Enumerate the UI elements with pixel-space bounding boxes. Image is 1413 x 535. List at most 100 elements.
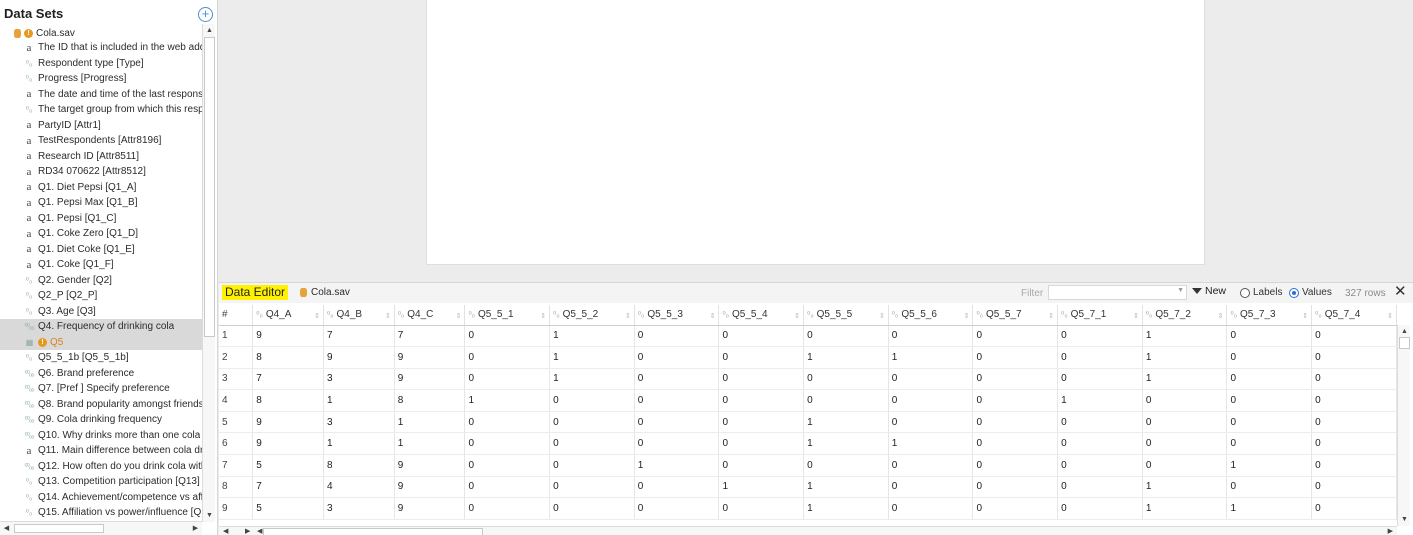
variable-item[interactable]: ⁰⁰₀₀ Q10. Why drinks more than one cola xyxy=(0,428,202,444)
table-cell[interactable]: 8 xyxy=(252,346,324,369)
table-cell[interactable]: 3 xyxy=(323,368,395,391)
table-cell[interactable]: 0 xyxy=(1057,346,1143,369)
variable-item[interactable]: a Q1. Coke [Q1_F] xyxy=(0,257,202,273)
variable-item[interactable]: a Q1. Coke Zero [Q1_D] xyxy=(0,226,202,242)
column-header[interactable]: ⁰₀ Q5_5_5 ⇕ xyxy=(803,305,889,326)
table-cell[interactable]: 0 xyxy=(1142,389,1228,412)
variable-item[interactable]: ⁰₀ Progress [Progress] xyxy=(0,71,202,87)
table-cell[interactable]: 1 xyxy=(1142,325,1228,348)
sort-icon[interactable]: ⇕ xyxy=(625,312,631,320)
table-cell[interactable]: 1 xyxy=(323,432,395,456)
table-cell[interactable]: 0 xyxy=(634,411,720,434)
table-cell[interactable]: 9 xyxy=(252,432,324,456)
table-cell[interactable]: 1 xyxy=(634,454,720,477)
variable-item[interactable]: a Q1. Diet Coke [Q1_E] xyxy=(0,242,202,258)
variable-item[interactable]: a Q1. Pepsi Max [Q1_B] xyxy=(0,195,202,211)
variable-item[interactable]: ⁰₀ Q2_P [Q2_P] xyxy=(0,288,202,304)
table-cell[interactable]: 0 xyxy=(464,346,551,369)
table-cell[interactable]: 0 xyxy=(1057,432,1143,456)
variable-item[interactable]: ⁰⁰₀₀ Q12. How often do you drink cola wit… xyxy=(0,459,202,475)
table-cell[interactable]: 0 xyxy=(718,411,805,434)
table-cell[interactable]: 1 xyxy=(888,346,974,369)
table-cell[interactable]: 9 xyxy=(394,368,466,391)
table-cell[interactable]: 1 xyxy=(888,432,974,456)
table-cell[interactable]: 0 xyxy=(464,454,551,477)
table-cell[interactable]: 1 xyxy=(549,368,635,391)
table-cell[interactable]: 0 xyxy=(1057,325,1143,348)
table-cell[interactable]: 0 xyxy=(464,476,551,499)
sort-icon[interactable]: ⇕ xyxy=(385,312,391,320)
table-cell[interactable]: 0 xyxy=(549,411,635,434)
table-cell[interactable]: 0 xyxy=(1226,476,1313,499)
table-cell[interactable]: 0 xyxy=(1311,346,1397,369)
sort-icon[interactable]: ⇕ xyxy=(314,312,320,320)
grid-vertical-scrollbar[interactable]: ▲ ▼ xyxy=(1397,325,1410,526)
table-cell[interactable]: 1 xyxy=(718,476,805,499)
column-header[interactable]: ⁰₀ Q5_7_2 ⇕ xyxy=(1142,305,1228,326)
scroll-right-icon[interactable]: ▶ xyxy=(190,523,201,534)
variable-item[interactable]: ⁰₀ Q3. Age [Q3] xyxy=(0,304,202,320)
variable-item[interactable]: a PartyID [Attr1] xyxy=(0,118,202,134)
table-cell[interactable]: 0 xyxy=(972,368,1059,391)
variable-item[interactable]: a The date and time of the last response xyxy=(0,87,202,103)
table-cell[interactable]: 0 xyxy=(464,325,551,348)
values-radio[interactable]: Values xyxy=(1289,287,1332,298)
table-cell[interactable]: 7 xyxy=(323,325,395,348)
table-cell[interactable]: 0 xyxy=(888,368,974,391)
sort-icon[interactable]: ⇕ xyxy=(1387,312,1393,320)
variable-item[interactable]: a The ID that is included in the web addr… xyxy=(0,40,202,56)
table-cell[interactable]: 0 xyxy=(803,389,889,412)
table-cell[interactable]: 0 xyxy=(634,432,720,456)
variable-item[interactable]: ⁰⁰₀₀ Q8. Brand popularity amongst friends xyxy=(0,397,202,413)
table-cell[interactable]: 1 xyxy=(394,432,466,456)
table-cell[interactable]: 9 xyxy=(394,454,466,477)
table-cell[interactable]: 0 xyxy=(1226,368,1313,391)
scroll-down-icon[interactable]: ▼ xyxy=(204,510,215,521)
sort-icon[interactable]: ⇕ xyxy=(1048,312,1054,320)
variable-item[interactable]: ⁰₀ Respondent type [Type] xyxy=(0,56,202,72)
scroll-up-icon[interactable]: ▲ xyxy=(1399,326,1410,337)
table-cell[interactable]: 0 xyxy=(1311,476,1397,499)
scroll-thumb[interactable] xyxy=(14,524,104,533)
table-cell[interactable]: 1 xyxy=(549,346,635,369)
table-cell[interactable]: 7 xyxy=(394,325,466,348)
scroll-thumb[interactable] xyxy=(1399,337,1410,349)
scroll-right-icon[interactable]: ▶ xyxy=(1388,527,1393,535)
table-cell[interactable]: 0 xyxy=(718,325,805,348)
table-cell[interactable]: 0 xyxy=(464,432,551,456)
table-cell[interactable]: 4 xyxy=(323,476,395,499)
table-cell[interactable]: 0 xyxy=(718,497,805,520)
table-cell[interactable]: 0 xyxy=(1311,497,1397,520)
data-file-node[interactable]: ! Cola.sav xyxy=(14,26,75,40)
table-cell[interactable]: 9 xyxy=(252,325,324,348)
table-cell[interactable]: 1 xyxy=(1142,476,1228,499)
table-cell[interactable]: 0 xyxy=(1057,411,1143,434)
table-cell[interactable]: 0 xyxy=(718,432,805,456)
table-cell[interactable]: 0 xyxy=(634,389,720,412)
scroll-thumb[interactable] xyxy=(263,528,483,535)
add-data-set-button[interactable]: + xyxy=(198,7,213,22)
variable-item[interactable]: ⁰₀ Q13. Competition participation [Q13] xyxy=(0,474,202,490)
sort-icon[interactable]: ⇕ xyxy=(879,312,885,320)
column-header[interactable]: ⁰₀ Q4_B ⇕ xyxy=(323,305,395,326)
table-cell[interactable]: 9 xyxy=(394,346,466,369)
column-header[interactable]: ⁰₀ Q5_7_1 ⇕ xyxy=(1057,305,1143,326)
table-cell[interactable]: 0 xyxy=(549,389,635,412)
column-header[interactable]: ⁰₀ Q4_C ⇕ xyxy=(394,305,466,326)
column-header[interactable]: ⁰₀ Q5_5_3 ⇕ xyxy=(634,305,720,326)
table-cell[interactable]: 0 xyxy=(803,368,889,391)
table-cell[interactable]: 9 xyxy=(394,497,466,520)
table-cell[interactable]: 1 xyxy=(803,346,889,369)
table-cell[interactable]: 0 xyxy=(634,325,720,348)
table-cell[interactable]: 1 xyxy=(803,497,889,520)
table-cell[interactable]: 0 xyxy=(972,346,1059,369)
table-cell[interactable]: 1 xyxy=(1057,389,1143,412)
table-cell[interactable]: 1 xyxy=(803,411,889,434)
close-icon[interactable]: ✕ xyxy=(1394,284,1407,300)
column-header[interactable]: ⁰₀ Q5_7_3 ⇕ xyxy=(1226,305,1313,326)
variables-vertical-scrollbar[interactable]: ▲ ▼ xyxy=(202,24,215,522)
sort-icon[interactable]: ⇕ xyxy=(1133,312,1139,320)
table-cell[interactable]: 0 xyxy=(464,368,551,391)
table-cell[interactable]: 0 xyxy=(1057,454,1143,477)
table-cell[interactable]: 0 xyxy=(1311,389,1397,412)
